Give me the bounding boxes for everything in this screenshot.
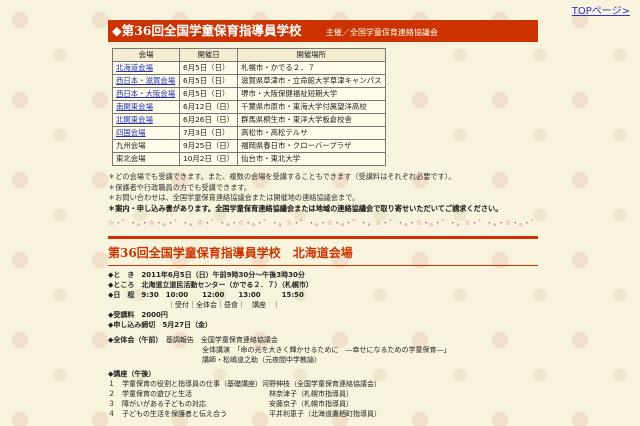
note-item: ＊保護者や行政職員の方でも受講できます。 xyxy=(108,182,252,192)
note-item: ＊お問い合わせは、全国学童保育連絡協議会または開催地の連絡協議会まで。 xyxy=(108,193,360,202)
venue-cell[interactable]: 西日本・滋賀会場 xyxy=(112,74,180,88)
venue-link[interactable]: 北関東会場 xyxy=(116,115,153,124)
main-content: ◆第36回全国学童保育指導員学校 主催／全国学童保育連絡協議会 会場 開催日 開… xyxy=(108,20,538,419)
info-deadline: ◆申し込み締切 5月27日（金） xyxy=(108,321,212,329)
info-fee: ◆受講料 2000円 xyxy=(108,311,168,319)
place-cell: 仙台市・東北大学 xyxy=(237,152,386,166)
plenary-line-3: 講師・松嶋道之助（元夜間中学教諭） xyxy=(202,356,321,364)
venue-table-header: 会場 開催日 開催場所 xyxy=(112,48,386,62)
venue-cell: 九州会場 xyxy=(112,139,180,153)
header-venue: 会場 xyxy=(112,48,180,62)
info-schedule-detail: ｜受付｜全体会｜昼食｜ 講座 ｜ xyxy=(168,301,280,309)
school-banner: ◆第36回全国学童保育指導員学校 主催／全国学童保育連絡協議会 xyxy=(108,20,538,42)
plenary-label: ◆全体会（午前） xyxy=(108,336,159,344)
place-cell: 福岡県春日市・クローバープラザ xyxy=(237,139,386,153)
table-row: 北海道会場 6月5日（日） 札幌市・かでる２．７ xyxy=(112,61,386,75)
venue-table-body: 北海道会場 6月5日（日） 札幌市・かでる２．７ 西日本・滋賀会場 6月5日（日） 滋賀県… xyxy=(112,61,386,166)
venue-cell[interactable]: 北海道会場 xyxy=(112,61,180,75)
date-cell: 6月5日（日） xyxy=(178,61,239,75)
table-row: 北関東会場 6月26日（日） 群馬県桐生市・東洋大学板倉校舎 xyxy=(112,113,386,127)
place-cell: 群馬県桐生市・東洋大学板倉校舎 xyxy=(237,113,386,127)
place-cell: 堺市・大阪保健福祉短期大学 xyxy=(237,87,386,101)
date-cell: 6月26日（日） xyxy=(178,113,239,127)
info-where: ◆ところ 北海道立道民活動センター（かでる２．７）（札幌市） xyxy=(108,281,313,289)
venue-link[interactable]: 西日本・滋賀会場 xyxy=(116,76,175,85)
course-item: ４ 子どもの生活を保護者と伝え合う 平井利恵子（北海道鷹栖町指導員） xyxy=(108,410,381,418)
plenary-line-1: 基調報告 全国学童保育連絡協議会 xyxy=(165,336,278,344)
section-rule xyxy=(108,265,538,266)
venue-cell: 東北会場 xyxy=(112,152,180,166)
venue-cell[interactable]: 南関東会場 xyxy=(112,100,180,114)
table-row: 東北会場 10月2日（日） 仙台市・東北大学 xyxy=(112,152,386,166)
session-info: ◆と き 2011年6月5日（日）午前9時30分～午後3時30分 ◆ところ 北海… xyxy=(108,270,538,419)
venue-link[interactable]: 北海道会場 xyxy=(116,63,153,72)
course-item: １ 学童保育の役割と指導員の仕事（基礎講座）河野伸枝（全国学童保育連絡協議会） xyxy=(108,380,381,388)
place-cell: 滋賀県草津市・立命館大学草津キャンパス xyxy=(237,74,386,88)
table-row: 南関東会場 6月12日（日） 千葉県市原市・東海大学付属望洋高校 xyxy=(112,100,386,114)
venue-link[interactable]: 四国会場 xyxy=(116,128,146,137)
info-schedule: ◆日 程 9:30 10:00 12:00 13:00 15:50 xyxy=(108,291,304,299)
note-application: ＊案内・申し込み書があります。全国学童保育連絡協議会または地域の連絡協議会で取り… xyxy=(108,203,503,213)
table-row: 四国会場 7月3日（日） 高松市・高松テルサ xyxy=(112,126,386,140)
courses-label: ◆講座（午後） xyxy=(108,370,156,378)
venue-link[interactable]: 南関東会場 xyxy=(116,102,153,111)
date-cell: 9月25日（日） xyxy=(178,139,239,153)
table-row: 西日本・滋賀会場 6月5日（日） 滋賀県草津市・立命館大学草津キャンパス xyxy=(112,74,386,88)
venue-cell[interactable]: 北関東会場 xyxy=(112,113,180,127)
notes: ＊どの会場でも受講できます。また、複数の会場を受講することもできます（受講料はそ… xyxy=(108,172,538,214)
venue-cell[interactable]: 四国会場 xyxy=(112,126,180,140)
venue-table: 会場 開催日 開催場所 北海道会場 6月5日（日） 札幌市・かでる２．７ 西日本・滋賀… xyxy=(112,48,386,166)
plenary-line-2: 全体講演 「命の光を大きく輝かせるために ―幸せになるための学童保育―」 xyxy=(202,346,451,354)
date-cell: 7月3日（日） xyxy=(178,126,239,140)
top-page-link[interactable]: TOPページ> xyxy=(572,2,630,17)
date-cell: 6月12日（日） xyxy=(178,100,239,114)
star-separator: ☆・゜・。・☆・。・゜・。☆・゜・。・☆・。・゜・。☆・゜・。・☆・。・゜・。☆… xyxy=(108,219,538,227)
section-title: 第36回全国学童保育指導員学校 北海道会場 xyxy=(108,246,353,260)
table-row: 九州会場 9月25日（日） 福岡県春日市・クローバープラザ xyxy=(112,139,386,153)
info-when: ◆と き 2011年6月5日（日）午前9時30分～午後3時30分 xyxy=(108,271,305,279)
place-cell: 高松市・高松テルサ xyxy=(237,126,386,140)
header-place: 開催場所 xyxy=(237,48,386,62)
note-item: ＊どの会場でも受講できます。また、複数の会場を受講することもできます（受講料はそ… xyxy=(108,172,456,181)
banner-organizer: 主催／全国学童保育連絡協議会 xyxy=(325,28,438,37)
venue-link[interactable]: 西日本・大阪会場 xyxy=(116,89,175,98)
section-top-bar xyxy=(108,236,538,239)
date-cell: 6月5日（日） xyxy=(178,87,239,101)
banner-title: ◆第36回全国学童保育指導員学校 xyxy=(112,23,302,38)
place-cell: 札幌市・かでる２．７ xyxy=(237,61,386,75)
place-cell: 千葉県市原市・東海大学付属望洋高校 xyxy=(237,100,386,114)
date-cell: 10月2日（日） xyxy=(178,152,239,166)
course-item: ３ 障がいがある子どもの対応 安藤京子（札幌市指導員） xyxy=(108,400,353,408)
date-cell: 6月5日（日） xyxy=(178,74,239,88)
venue-cell[interactable]: 西日本・大阪会場 xyxy=(112,87,180,101)
header-date: 開催日 xyxy=(178,48,239,62)
course-item: ２ 学童保育の遊びと生活 林奈津子（札幌市指導員） xyxy=(108,390,353,398)
table-row: 西日本・大阪会場 6月5日（日） 堺市・大阪保健福祉短期大学 xyxy=(112,87,386,101)
